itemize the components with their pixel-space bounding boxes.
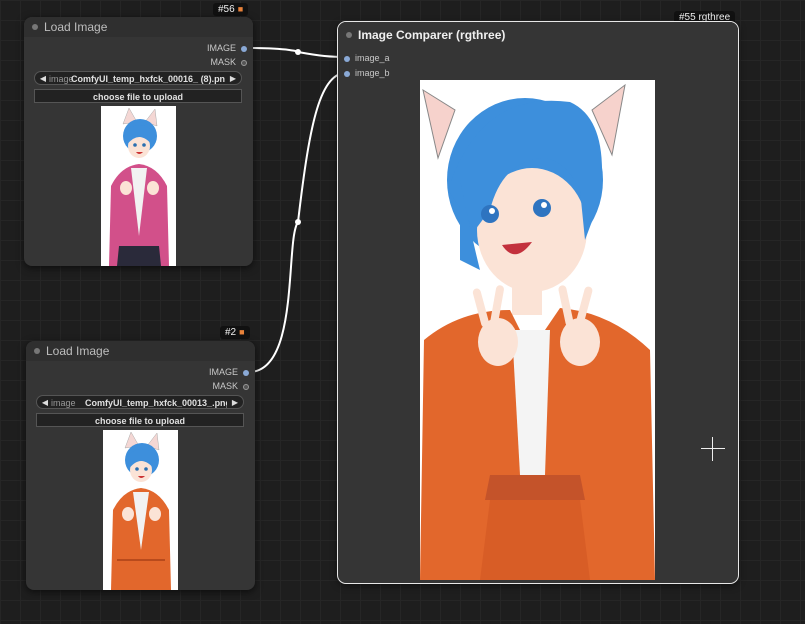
node-id-badge: #56 ■ [213, 3, 249, 16]
fox-icon: ■ [239, 327, 245, 337]
image-combo[interactable]: ◀ image ComfyUI_temp_hxfck_00013_.png ▶ [36, 395, 244, 409]
arrow-left-icon[interactable]: ◀ [38, 72, 48, 86]
collapse-dot-icon[interactable] [32, 24, 38, 30]
combo-label: image [51, 398, 76, 408]
input-slot-image-b[interactable]: image_b [344, 67, 390, 79]
input-slot-image-a[interactable]: image_a [344, 52, 390, 64]
collapse-dot-icon[interactable] [34, 348, 40, 354]
node-id-badge: #2 ■ [220, 326, 250, 339]
slot-label: image_a [355, 53, 390, 63]
output-slot-image[interactable]: IMAGE [207, 42, 247, 54]
output-slot-image[interactable]: IMAGE [209, 366, 249, 378]
slot-dot-icon[interactable] [344, 70, 350, 77]
combo-label: image [49, 74, 74, 84]
upload-button[interactable]: choose file to upload [34, 89, 242, 103]
slot-dot-icon[interactable] [243, 369, 249, 376]
image-combo[interactable]: ◀ image ComfyUI_temp_hxfck_00016_ (8).pn… [34, 71, 242, 85]
combo-value: ComfyUI_temp_hxfck_00013_.png [85, 398, 227, 408]
slot-label: MASK [210, 57, 236, 67]
link-image-a [245, 47, 349, 58]
node-title: Load Image [46, 344, 110, 358]
node-title: Image Comparer (rgthree) [358, 28, 506, 42]
arrow-left-icon[interactable]: ◀ [40, 396, 50, 410]
node-title-bar[interactable]: Load Image [26, 341, 255, 361]
slot-label: MASK [212, 381, 238, 391]
arrow-right-icon[interactable]: ▶ [228, 72, 238, 86]
combo-value: ComfyUI_temp_hxfck_00016_ (8).png [71, 74, 225, 84]
slot-dot-icon[interactable] [241, 59, 247, 66]
link-image-b [248, 71, 349, 373]
slot-dot-icon[interactable] [344, 55, 350, 62]
slot-dot-icon[interactable] [243, 383, 249, 390]
image-comparer-node[interactable]: Image Comparer (rgthree) image_a image_b [337, 21, 739, 584]
image-preview [103, 430, 178, 590]
image-preview [101, 106, 176, 266]
slot-dot-icon[interactable] [241, 45, 247, 52]
comparer-image[interactable] [420, 80, 655, 580]
collapse-dot-icon[interactable] [346, 32, 352, 38]
node-title: Load Image [44, 20, 108, 34]
slot-label: IMAGE [206, 43, 236, 53]
load-image-node-bottom[interactable]: Load Image IMAGE MASK ◀ image ComfyUI_te… [26, 341, 255, 590]
slot-label: image_b [355, 68, 390, 78]
node-title-bar[interactable]: Load Image [24, 17, 253, 37]
fox-icon: ■ [237, 4, 244, 14]
output-slot-mask[interactable]: MASK [212, 380, 249, 392]
node-title-bar[interactable]: Image Comparer (rgthree) [338, 22, 738, 48]
upload-button[interactable]: choose file to upload [36, 413, 244, 427]
crosshair-cursor-icon [701, 437, 725, 461]
slot-label: IMAGE [208, 367, 238, 377]
load-image-node-top[interactable]: Load Image IMAGE MASK ◀ image ComfyUI_te… [24, 17, 253, 266]
output-slot-mask[interactable]: MASK [210, 56, 247, 68]
arrow-right-icon[interactable]: ▶ [230, 396, 240, 410]
